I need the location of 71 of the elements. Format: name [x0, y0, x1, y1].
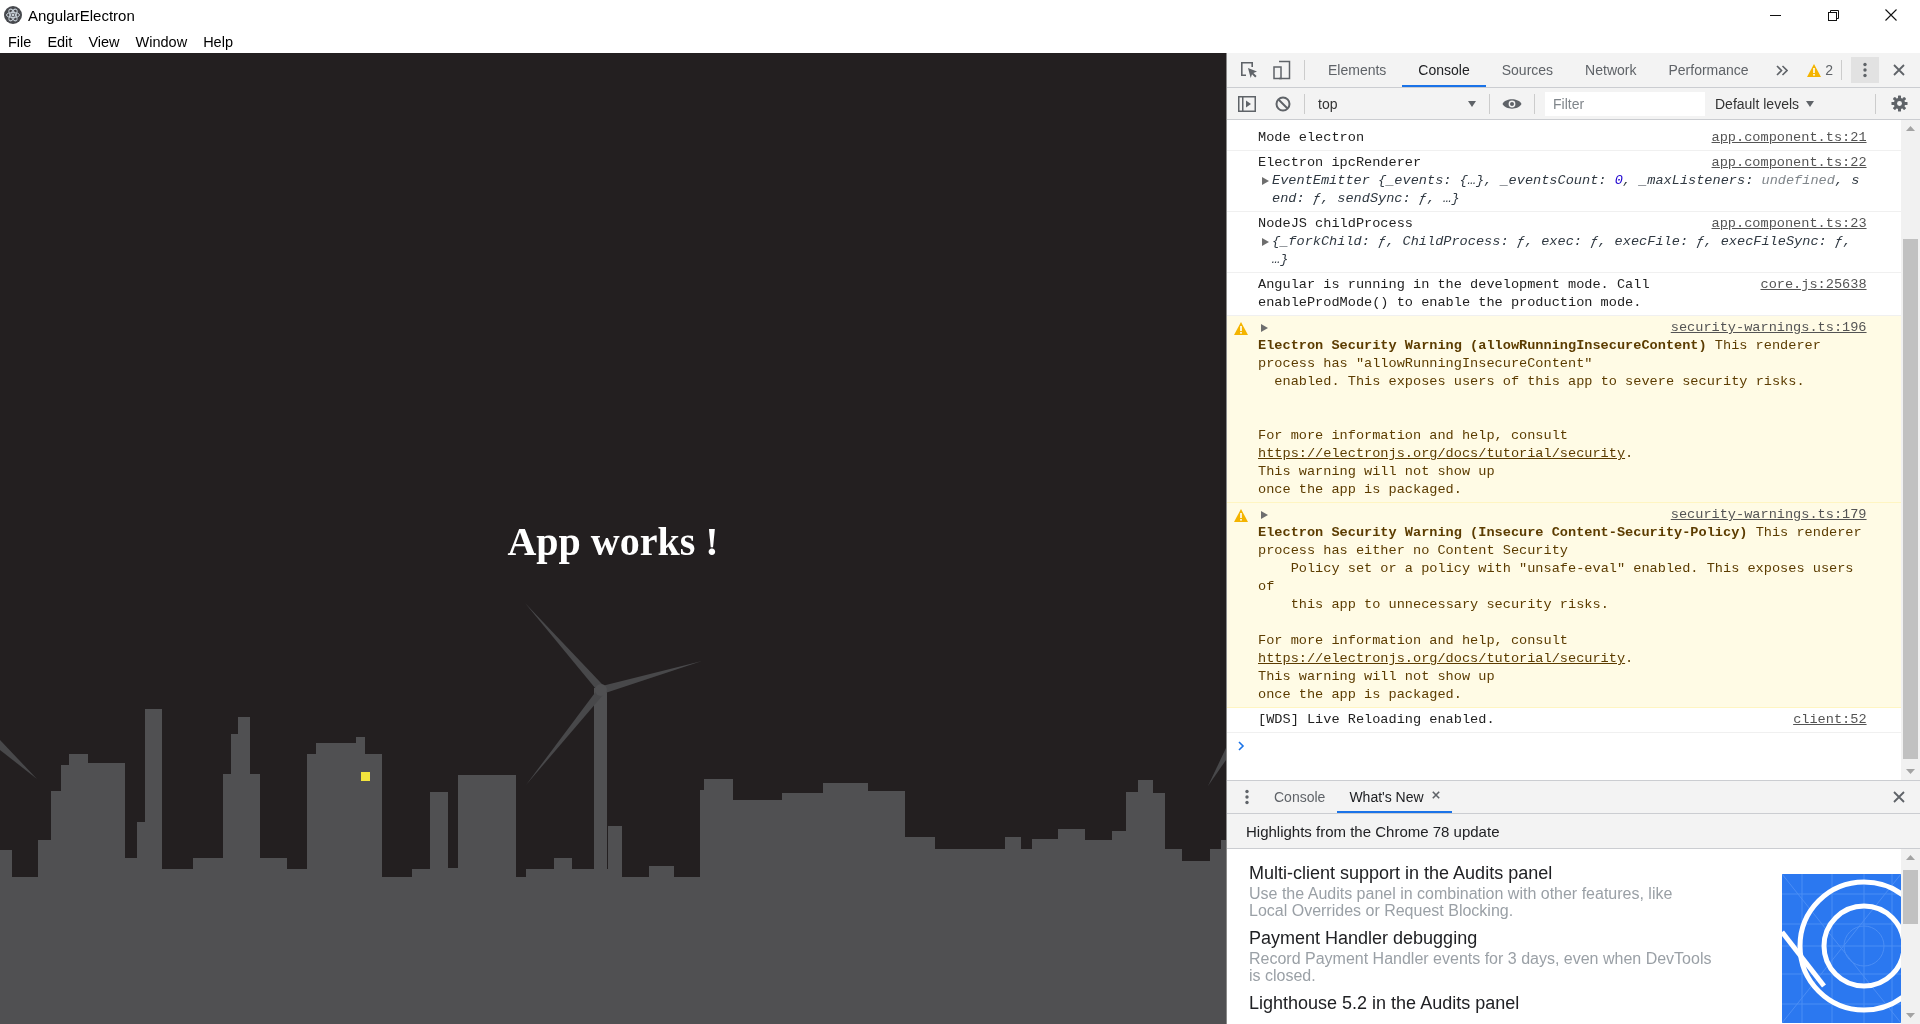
source-link[interactable]: app.component.ts:21: [1711, 129, 1867, 147]
object-preview[interactable]: EventEmitter {_events: {…}, _eventsCount: 0, _maxListeners: undefined, send: ƒ, sendSync: ƒ, …}: [1272, 172, 1867, 208]
menu-item[interactable]: Edit: [39, 33, 81, 50]
feature-title[interactable]: Multi-client support in the Audits panel: [1249, 862, 1553, 884]
scrollbar-thumb[interactable]: [1903, 870, 1918, 924]
settings-icon[interactable]: [1891, 95, 1908, 112]
warning-icon: [1234, 509, 1248, 522]
warning-message: Electron Security Warning (allowRunningInsecureContent) This renderer process has "allowRunningInsecureContent" enabled. This exposes users of this app to severe security risks. For more information and help, consult https://electronjs.org/docs/tutorial/security. This warning will not show up once the app is packaged.: [1258, 337, 1822, 499]
docs-link[interactable]: https://electronjs.org/docs/tutorial/security: [1258, 651, 1626, 666]
window-title: AngularElectron: [28, 6, 135, 24]
console-message: [WDS] Live Reloading enabled.: [1258, 712, 1495, 727]
lit-window-icon: [361, 772, 370, 781]
menu-item[interactable]: Window: [127, 33, 196, 50]
eye-icon[interactable]: [1502, 96, 1522, 111]
app-heading: App works !: [507, 518, 719, 566]
source-link[interactable]: client:52: [1793, 711, 1867, 729]
turbine-blade: [1208, 748, 1226, 786]
source-link[interactable]: app.component.ts:22: [1711, 154, 1867, 172]
close-icon[interactable]: [1885, 9, 1897, 21]
devtools-tab[interactable]: Sources: [1485, 53, 1570, 87]
atom-icon: [4, 6, 22, 24]
docs-link[interactable]: https://electronjs.org/docs/tutorial/security: [1258, 446, 1626, 461]
console-message: Electron ipcRenderer: [1258, 155, 1422, 170]
filter-field[interactable]: Filter: [1545, 91, 1705, 116]
devtools-tab[interactable]: Network: [1569, 53, 1653, 87]
restore-icon[interactable]: [1827, 9, 1839, 21]
warning-icon: [1807, 63, 1822, 77]
menu-item[interactable]: Help: [195, 33, 241, 50]
scrollbar[interactable]: [1901, 120, 1920, 780]
source-link[interactable]: app.component.ts:23: [1711, 215, 1867, 233]
expand-triangle-icon[interactable]: [1261, 324, 1268, 332]
object-preview[interactable]: {_forkChild: ƒ, ChildProcess: ƒ, exec: ƒ, execFile: ƒ, execFileSync: ƒ, …}: [1272, 233, 1867, 269]
warning-icon: [1234, 322, 1248, 335]
sidebar-toggle-icon[interactable]: [1238, 95, 1256, 112]
devtools-tab[interactable]: Elements: [1312, 53, 1403, 87]
feature-description: Record Payment Handler events for 3 days, even when DevTools is closed.: [1249, 950, 1713, 984]
feature-title[interactable]: Lighthouse 5.2 in the Audits panel: [1249, 992, 1520, 1014]
menu-item[interactable]: File: [0, 33, 40, 50]
kebab-icon[interactable]: [1245, 789, 1249, 805]
kebab-icon: [1863, 62, 1867, 78]
source-link[interactable]: core.js:25638: [1760, 276, 1867, 294]
dropdown-caret-icon: [1806, 100, 1815, 107]
warning-message: Electron Security Warning (Insecure Content-Security-Policy) This renderer process has either no Content Security Policy set or a policy with "unsafe-eval" enabled. This exposes users of this app to unnecessary security risks. For more information and help, consult https://electronjs.org/docs/tutorial/security. This warning will not show up once the app is packaged.: [1258, 524, 1863, 704]
drawer-tab[interactable]: Console: [1262, 781, 1338, 813]
turbine-blade: [0, 740, 37, 779]
scrollbar[interactable]: [1901, 849, 1920, 1024]
feature-title[interactable]: Payment Handler debugging: [1249, 927, 1478, 949]
dropdown-caret-icon: [1468, 100, 1476, 107]
device-icon[interactable]: [1272, 60, 1292, 80]
prompt-chevron-icon[interactable]: [1237, 741, 1245, 751]
scrollbar-thumb[interactable]: [1903, 239, 1918, 759]
context-select[interactable]: top: [1312, 95, 1480, 112]
double-chevron-icon[interactable]: [1776, 64, 1789, 76]
inspect-icon[interactable]: [1239, 60, 1259, 80]
warning-counter[interactable]: 2: [1807, 62, 1833, 78]
expand-triangle-icon[interactable]: [1261, 511, 1268, 519]
feature-description: Use the Audits panel in combination with other features, like Local Overrides or Request Blocking.: [1249, 885, 1674, 919]
devtools-tab[interactable]: Performance: [1652, 53, 1765, 87]
menu-item[interactable]: View: [80, 33, 128, 50]
source-link[interactable]: security-warnings.ts:179: [1670, 506, 1867, 524]
more-button[interactable]: [1851, 57, 1879, 83]
console-message: Angular is running in the development mode. Call enableProdMode() to enable the production mode.: [1258, 277, 1651, 310]
minimize-icon[interactable]: [1769, 14, 1781, 16]
expand-triangle-icon[interactable]: [1262, 238, 1269, 246]
expand-triangle-icon[interactable]: [1262, 177, 1269, 185]
whats-new-header: Highlights from the Chrome 78 update: [1227, 814, 1920, 849]
source-link[interactable]: security-warnings.ts:196: [1670, 319, 1867, 337]
console-message: NodeJS childProcess: [1258, 216, 1413, 231]
levels-dropdown[interactable]: Default levels: [1715, 95, 1815, 112]
prohibited-icon[interactable]: [1275, 95, 1291, 112]
console-message: Mode electron: [1258, 130, 1365, 145]
